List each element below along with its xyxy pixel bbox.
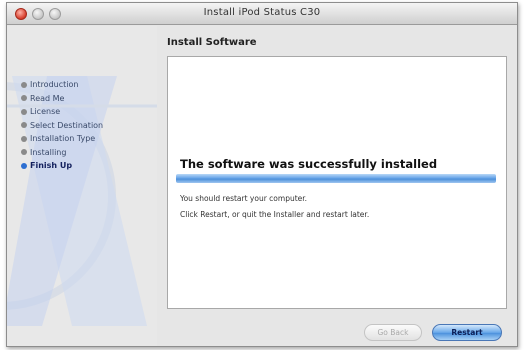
sidebar: Introduction Read Me License Select Dest… xyxy=(7,26,157,346)
restart-hint: Click Restart, or quit the Installer and… xyxy=(180,210,370,219)
step-label: Installing xyxy=(30,147,67,157)
step-label: Introduction xyxy=(30,80,79,90)
step-item-introduction: Introduction xyxy=(21,78,103,92)
step-label: Finish Up xyxy=(30,161,73,171)
step-item-select-destination: Select Destination xyxy=(21,119,103,133)
step-bullet-icon xyxy=(21,149,27,156)
step-item-read-me: Read Me xyxy=(21,92,103,106)
go-back-button[interactable]: Go Back xyxy=(364,324,422,341)
step-item-license: License xyxy=(21,105,103,119)
success-message: The software was successfully installed xyxy=(180,157,438,171)
step-item-installing: Installing xyxy=(21,146,103,160)
content-pane: The software was successfully installed … xyxy=(167,56,507,309)
installer-window: Install iPod Status C30 Introduction Rea… xyxy=(6,2,518,347)
step-label: Read Me xyxy=(30,93,65,103)
step-bullet-icon xyxy=(21,108,27,115)
step-item-finish-up: Finish Up xyxy=(21,159,103,173)
step-label: Select Destination xyxy=(30,120,104,130)
step-item-installation-type: Installation Type xyxy=(21,132,103,146)
step-label: License xyxy=(30,107,61,117)
progress-fill xyxy=(176,174,496,183)
title-bar[interactable]: Install iPod Status C30 xyxy=(7,3,517,25)
page-title: Install Software xyxy=(167,37,257,48)
restart-button[interactable]: Restart xyxy=(432,324,502,341)
step-bullet-icon xyxy=(21,95,27,102)
step-bullet-icon xyxy=(21,81,27,88)
window-title: Install iPod Status C30 xyxy=(203,7,321,18)
step-bullet-icon xyxy=(21,122,27,129)
step-bullet-icon xyxy=(21,162,27,169)
restart-instruction: You should restart your computer. xyxy=(180,194,308,203)
step-list: Introduction Read Me License Select Dest… xyxy=(21,78,103,173)
bottom-strip xyxy=(0,350,527,360)
step-label: Installation Type xyxy=(30,134,96,144)
progress-bar xyxy=(176,174,496,183)
step-bullet-icon xyxy=(21,135,27,142)
